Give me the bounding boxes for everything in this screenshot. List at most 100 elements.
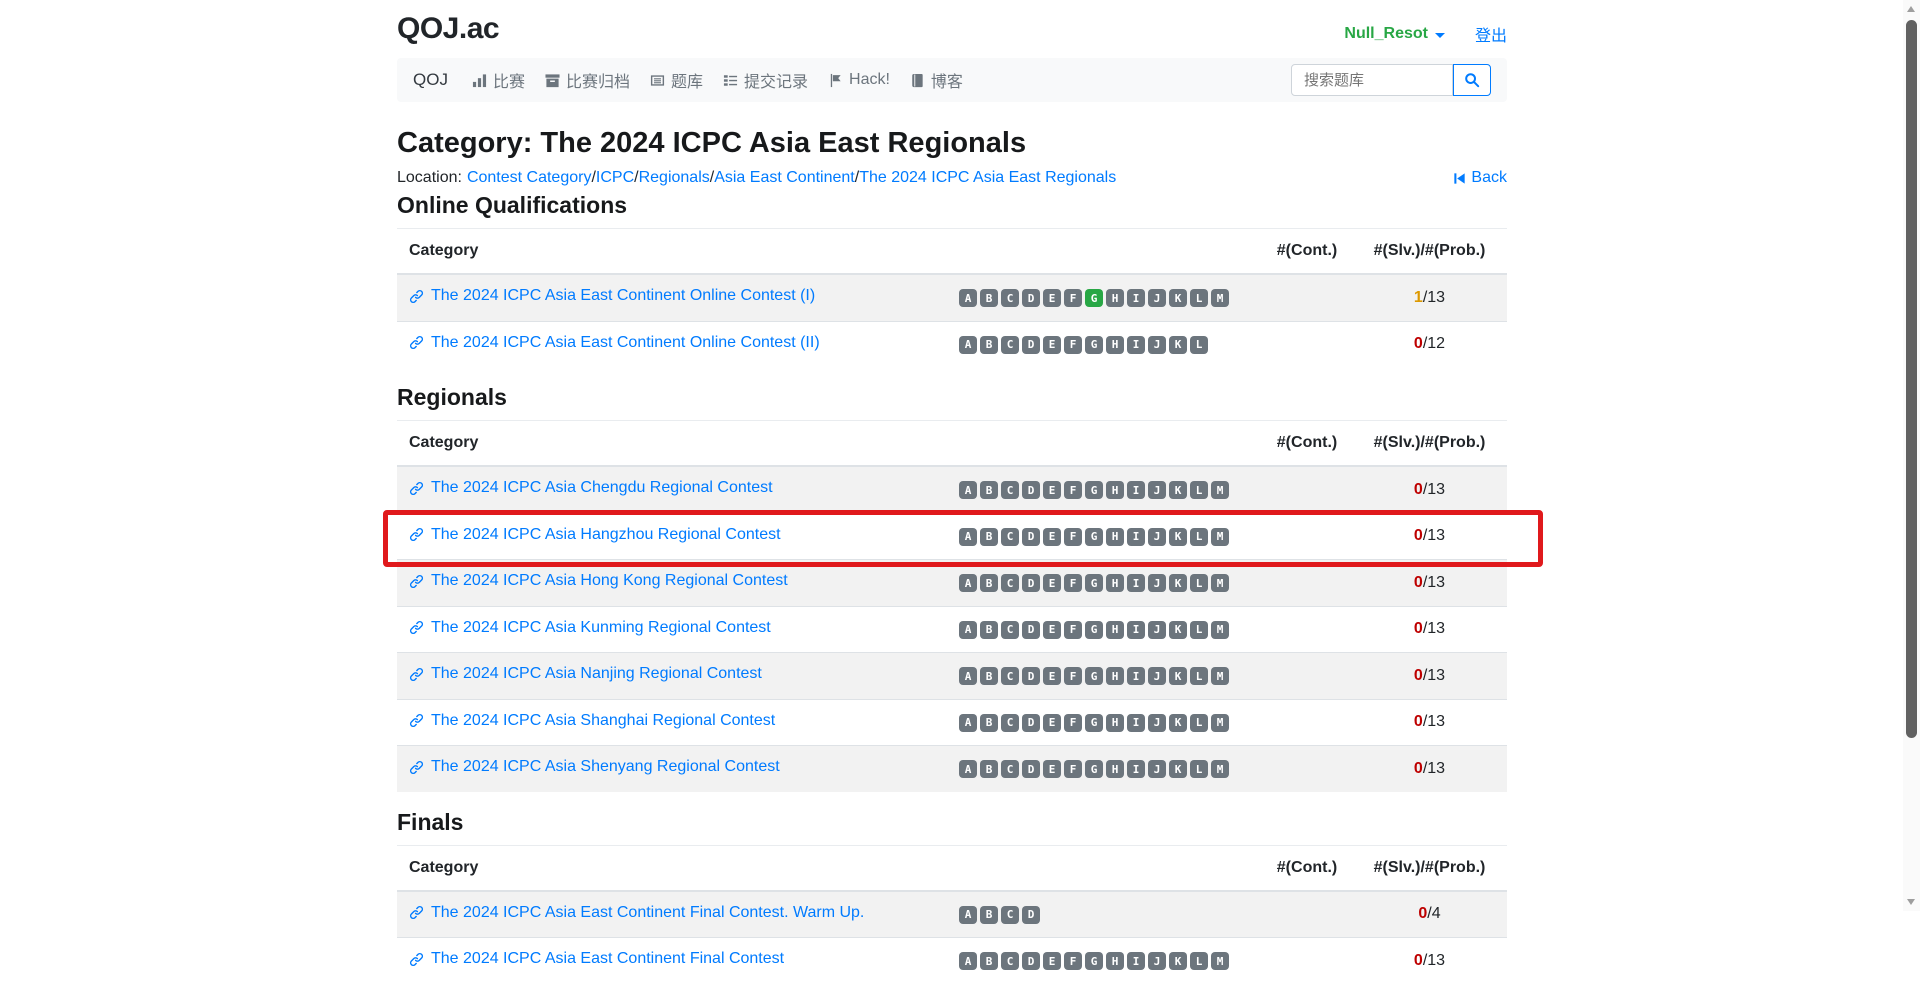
- problem-badge[interactable]: G: [1085, 289, 1103, 307]
- problem-badge[interactable]: E: [1043, 952, 1061, 970]
- search-button[interactable]: [1453, 64, 1491, 96]
- problem-badge[interactable]: G: [1085, 760, 1103, 778]
- problem-badge[interactable]: H: [1106, 574, 1124, 592]
- problem-badge[interactable]: C: [1001, 527, 1019, 546]
- problem-badge[interactable]: L: [1190, 574, 1208, 592]
- problem-badge[interactable]: A: [959, 574, 977, 592]
- problem-badge[interactable]: F: [1064, 620, 1082, 639]
- problem-badge[interactable]: G: [1085, 574, 1103, 592]
- problem-badge[interactable]: H: [1106, 713, 1124, 732]
- problem-badge[interactable]: C: [1001, 905, 1019, 924]
- problem-badge[interactable]: B: [980, 289, 998, 307]
- problem-badge[interactable]: C: [1001, 713, 1019, 732]
- problem-badge[interactable]: M: [1211, 952, 1229, 970]
- problem-badge[interactable]: B: [980, 335, 998, 354]
- problem-badge[interactable]: M: [1211, 481, 1229, 499]
- contest-link[interactable]: The 2024 ICPC Asia Shanghai Regional Con…: [409, 712, 775, 730]
- problem-badge[interactable]: I: [1127, 667, 1145, 685]
- problem-badge[interactable]: J: [1148, 481, 1166, 499]
- problem-badge[interactable]: F: [1064, 527, 1082, 546]
- contest-link[interactable]: The 2024 ICPC Asia East Continent Final …: [409, 950, 784, 968]
- problem-badge[interactable]: K: [1169, 620, 1187, 639]
- problem-badge[interactable]: K: [1169, 574, 1187, 592]
- nav-item-hack[interactable]: Hack!: [818, 71, 900, 89]
- problem-badge[interactable]: L: [1190, 620, 1208, 639]
- problem-badge[interactable]: D: [1022, 905, 1040, 924]
- problem-badge[interactable]: L: [1190, 481, 1208, 499]
- problem-badge[interactable]: D: [1022, 289, 1040, 307]
- problem-badge[interactable]: J: [1148, 620, 1166, 639]
- problem-badge[interactable]: H: [1106, 952, 1124, 970]
- scrollbar[interactable]: [1903, 0, 1920, 911]
- nav-item-contests[interactable]: 比赛: [462, 68, 535, 92]
- problem-badge[interactable]: H: [1106, 667, 1124, 685]
- problem-badge[interactable]: M: [1211, 620, 1229, 639]
- breadcrumb-link[interactable]: The 2024 ICPC Asia East Regionals: [859, 169, 1116, 186]
- search-input[interactable]: [1291, 64, 1453, 96]
- contest-link[interactable]: The 2024 ICPC Asia Shenyang Regional Con…: [409, 758, 780, 776]
- problem-badge[interactable]: M: [1211, 760, 1229, 778]
- problem-badge[interactable]: I: [1127, 620, 1145, 639]
- problem-badge[interactable]: K: [1169, 667, 1187, 685]
- contest-link[interactable]: The 2024 ICPC Asia Hong Kong Regional Co…: [409, 572, 788, 590]
- problem-badge[interactable]: L: [1190, 335, 1208, 354]
- problem-badge[interactable]: C: [1001, 952, 1019, 970]
- breadcrumb-link[interactable]: Regionals: [639, 169, 710, 186]
- problem-badge[interactable]: A: [959, 667, 977, 685]
- problem-badge[interactable]: M: [1211, 667, 1229, 685]
- problem-badge[interactable]: B: [980, 620, 998, 639]
- back-link[interactable]: Back: [1452, 169, 1507, 187]
- problem-badge[interactable]: E: [1043, 713, 1061, 732]
- problem-badge[interactable]: A: [959, 335, 977, 354]
- problem-badge[interactable]: K: [1169, 713, 1187, 732]
- problem-badge[interactable]: G: [1085, 952, 1103, 970]
- problem-badge[interactable]: F: [1064, 574, 1082, 592]
- problem-badge[interactable]: A: [959, 905, 977, 924]
- problem-badge[interactable]: E: [1043, 527, 1061, 546]
- breadcrumb-link[interactable]: Asia East Continent: [714, 169, 855, 186]
- problem-badge[interactable]: J: [1148, 667, 1166, 685]
- problem-badge[interactable]: A: [959, 289, 977, 307]
- problem-badge[interactable]: M: [1211, 289, 1229, 307]
- problem-badge[interactable]: A: [959, 713, 977, 732]
- breadcrumb-link[interactable]: Contest Category: [467, 169, 592, 186]
- problem-badge[interactable]: D: [1022, 620, 1040, 639]
- problem-badge[interactable]: K: [1169, 952, 1187, 970]
- problem-badge[interactable]: H: [1106, 760, 1124, 778]
- problem-badge[interactable]: A: [959, 760, 977, 778]
- problem-badge[interactable]: I: [1127, 481, 1145, 499]
- problem-badge[interactable]: J: [1148, 335, 1166, 354]
- problem-badge[interactable]: H: [1106, 335, 1124, 354]
- problem-badge[interactable]: E: [1043, 289, 1061, 307]
- problem-badge[interactable]: A: [959, 527, 977, 546]
- problem-badge[interactable]: A: [959, 952, 977, 970]
- problem-badge[interactable]: I: [1127, 335, 1145, 354]
- problem-badge[interactable]: J: [1148, 527, 1166, 546]
- problem-badge[interactable]: G: [1085, 335, 1103, 354]
- problem-badge[interactable]: D: [1022, 952, 1040, 970]
- problem-badge[interactable]: J: [1148, 574, 1166, 592]
- breadcrumb-link[interactable]: ICPC: [596, 169, 634, 186]
- problem-badge[interactable]: C: [1001, 760, 1019, 778]
- problem-badge[interactable]: H: [1106, 620, 1124, 639]
- problem-badge[interactable]: B: [980, 760, 998, 778]
- problem-badge[interactable]: I: [1127, 527, 1145, 546]
- problem-badge[interactable]: I: [1127, 713, 1145, 732]
- problem-badge[interactable]: B: [980, 667, 998, 685]
- problem-badge[interactable]: D: [1022, 527, 1040, 546]
- problem-badge[interactable]: D: [1022, 335, 1040, 354]
- problem-badge[interactable]: E: [1043, 481, 1061, 499]
- problem-badge[interactable]: I: [1127, 952, 1145, 970]
- problem-badge[interactable]: E: [1043, 574, 1061, 592]
- problem-badge[interactable]: B: [980, 713, 998, 732]
- contest-link[interactable]: The 2024 ICPC Asia Chengdu Regional Cont…: [409, 479, 773, 497]
- problem-badge[interactable]: J: [1148, 713, 1166, 732]
- problem-badge[interactable]: F: [1064, 952, 1082, 970]
- problem-badge[interactable]: C: [1001, 335, 1019, 354]
- logout-link[interactable]: 登出: [1475, 22, 1507, 46]
- problem-badge[interactable]: L: [1190, 760, 1208, 778]
- nav-item-problems[interactable]: 题库: [640, 68, 713, 92]
- user-dropdown[interactable]: Null_Resot: [1344, 25, 1445, 43]
- problem-badge[interactable]: A: [959, 481, 977, 499]
- problem-badge[interactable]: F: [1064, 289, 1082, 307]
